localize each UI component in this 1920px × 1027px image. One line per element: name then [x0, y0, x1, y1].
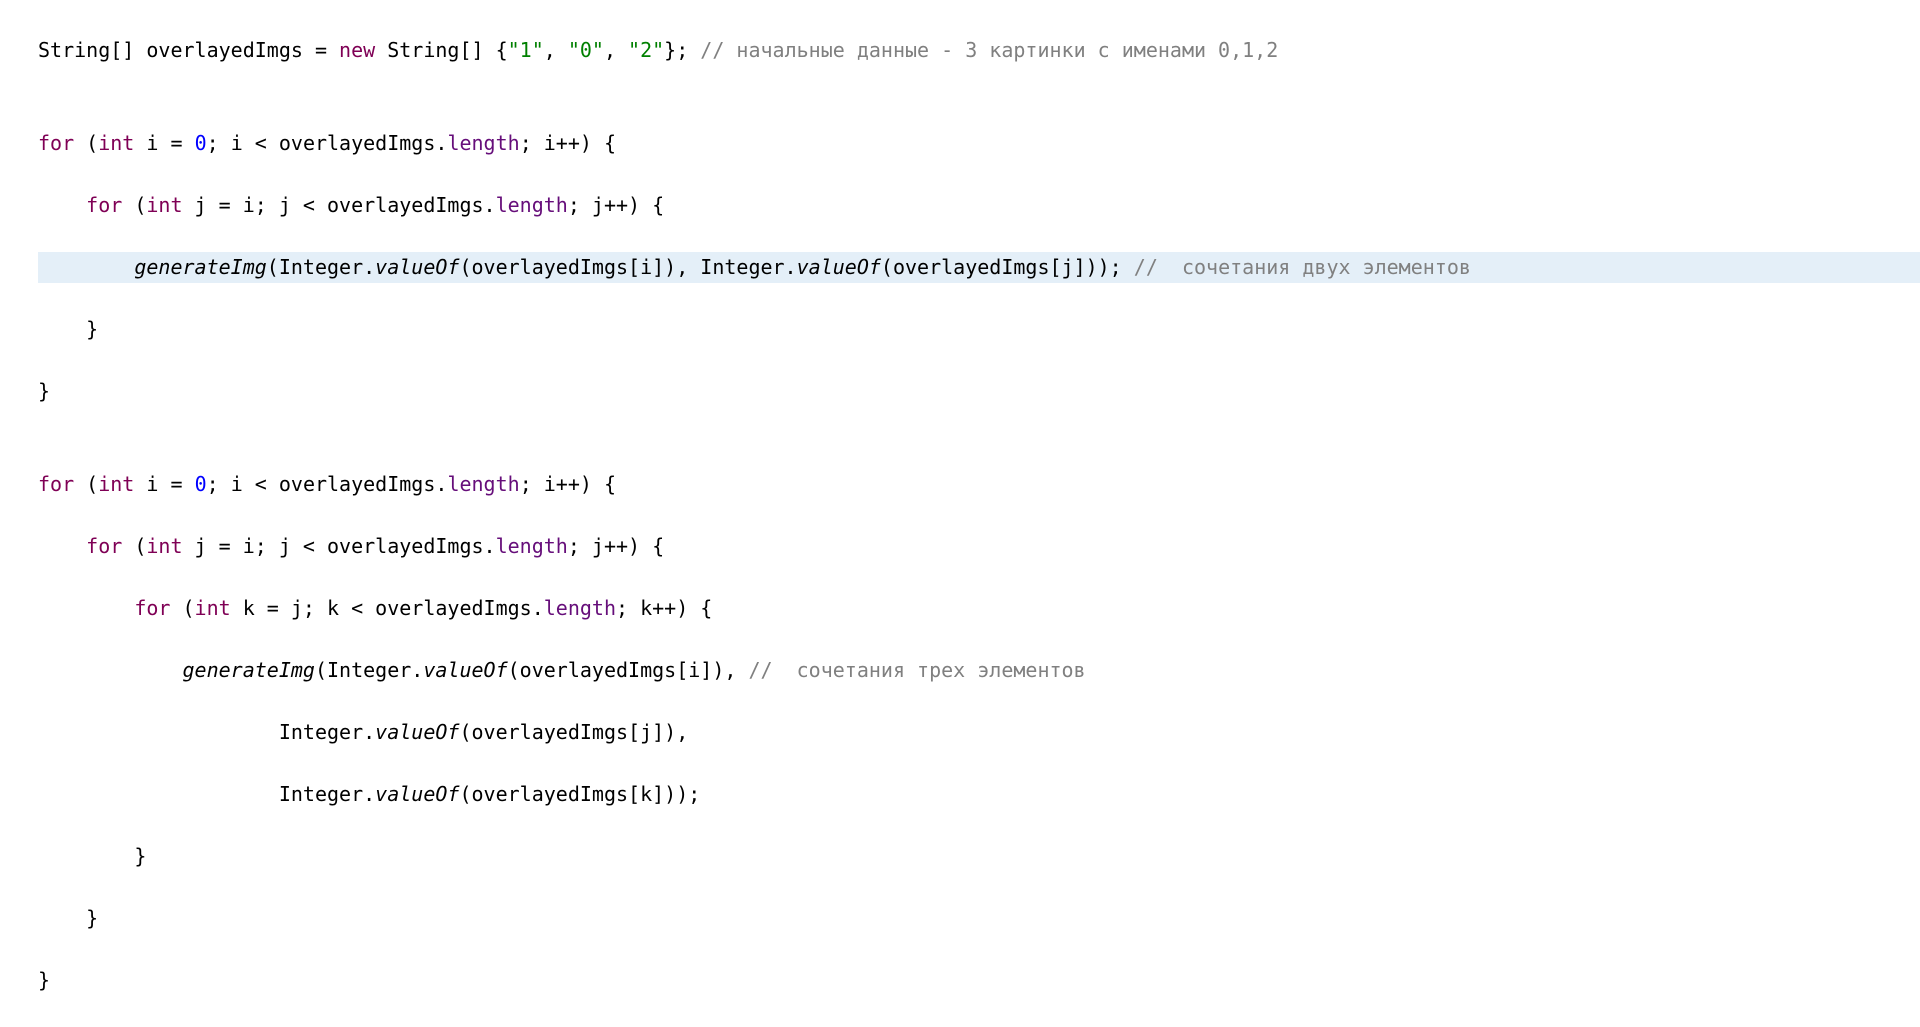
method-call: generateImg	[183, 658, 315, 682]
keyword-int: int	[146, 193, 182, 217]
field-length: length	[496, 534, 568, 558]
code-line: for (int i = 0; i < overlayedImgs.length…	[38, 128, 1920, 159]
code-text: (overlayedImgs[i]),	[508, 658, 749, 682]
keyword-for: for	[134, 596, 170, 620]
number-literal: 0	[195, 472, 207, 496]
code-text: ; i++) {	[520, 131, 616, 155]
code-text: (	[122, 193, 146, 217]
comment: // начальные данные - 3 картинки с имена…	[700, 38, 1278, 62]
code-line: String[] overlayedImgs = new String[] {"…	[38, 35, 1920, 66]
code-line: Integer.valueOf(overlayedImgs[j]),	[38, 717, 1920, 748]
code-text: ,	[544, 38, 568, 62]
method-call: generateImg	[134, 255, 266, 279]
code-text: i =	[134, 131, 194, 155]
comment: // сочетания двух элементов	[1134, 255, 1471, 279]
code-text: (overlayedImgs[j]),	[459, 720, 688, 744]
code-line-highlighted: generateImg(Integer.valueOf(overlayedImg…	[38, 252, 1920, 283]
code-text: Integer.	[279, 782, 375, 806]
code-text: String[] {	[375, 38, 507, 62]
keyword-new: new	[339, 38, 375, 62]
code-line: }	[38, 841, 1920, 872]
indent	[38, 193, 86, 217]
code-text: (overlayedImgs[j]));	[881, 255, 1134, 279]
string-literal: "1"	[508, 38, 544, 62]
code-text: (overlayedImgs[i]), Integer.	[459, 255, 796, 279]
keyword-for: for	[38, 131, 74, 155]
code-text: ; i < overlayedImgs.	[207, 472, 448, 496]
field-length: length	[447, 131, 519, 155]
method-call: valueOf	[375, 782, 459, 806]
number-literal: 0	[195, 131, 207, 155]
field-length: length	[496, 193, 568, 217]
code-text: ; j++) {	[568, 534, 664, 558]
indent	[38, 255, 134, 279]
code-editor[interactable]: String[] overlayedImgs = new String[] {"…	[0, 0, 1920, 1027]
code-text: (Integer.	[315, 658, 423, 682]
indent	[38, 720, 279, 744]
indent	[38, 534, 86, 558]
code-text: Integer.	[279, 720, 375, 744]
method-call: valueOf	[375, 255, 459, 279]
indent	[38, 658, 183, 682]
code-line: Integer.valueOf(overlayedImgs[k]));	[38, 779, 1920, 810]
code-line: }	[38, 314, 1920, 345]
code-text: ; k++) {	[616, 596, 712, 620]
code-line: }	[38, 965, 1920, 996]
code-text: };	[664, 38, 700, 62]
keyword-int: int	[195, 596, 231, 620]
comment: // сочетания трех элементов	[748, 658, 1085, 682]
code-text: (	[170, 596, 194, 620]
method-call: valueOf	[797, 255, 881, 279]
field-length: length	[447, 472, 519, 496]
keyword-int: int	[98, 472, 134, 496]
code-line: for (int j = i; j < overlayedImgs.length…	[38, 531, 1920, 562]
field-length: length	[544, 596, 616, 620]
string-literal: "0"	[568, 38, 604, 62]
code-text: String[] overlayedImgs =	[38, 38, 339, 62]
code-text: (Integer.	[267, 255, 375, 279]
code-line: for (int k = j; k < overlayedImgs.length…	[38, 593, 1920, 624]
code-line: for (int j = i; j < overlayedImgs.length…	[38, 190, 1920, 221]
code-text: i =	[134, 472, 194, 496]
code-text: k = j; k < overlayedImgs.	[231, 596, 544, 620]
code-text: ; i < overlayedImgs.	[207, 131, 448, 155]
code-line: }	[38, 903, 1920, 934]
code-text: (	[74, 131, 98, 155]
code-line: for (int i = 0; i < overlayedImgs.length…	[38, 469, 1920, 500]
method-call: valueOf	[423, 658, 507, 682]
code-line: generateImg(Integer.valueOf(overlayedImg…	[38, 655, 1920, 686]
code-text: (	[122, 534, 146, 558]
keyword-int: int	[146, 534, 182, 558]
keyword-int: int	[98, 131, 134, 155]
keyword-for: for	[86, 534, 122, 558]
keyword-for: for	[38, 472, 74, 496]
code-text: ; i++) {	[520, 472, 616, 496]
code-text: j = i; j < overlayedImgs.	[183, 193, 496, 217]
code-line: }	[38, 376, 1920, 407]
code-text: ; j++) {	[568, 193, 664, 217]
keyword-for: for	[86, 193, 122, 217]
code-text: j = i; j < overlayedImgs.	[183, 534, 496, 558]
indent	[38, 782, 279, 806]
indent	[38, 596, 134, 620]
code-text: (	[74, 472, 98, 496]
string-literal: "2"	[628, 38, 664, 62]
code-text: ,	[604, 38, 628, 62]
code-text: (overlayedImgs[k]));	[459, 782, 700, 806]
method-call: valueOf	[375, 720, 459, 744]
